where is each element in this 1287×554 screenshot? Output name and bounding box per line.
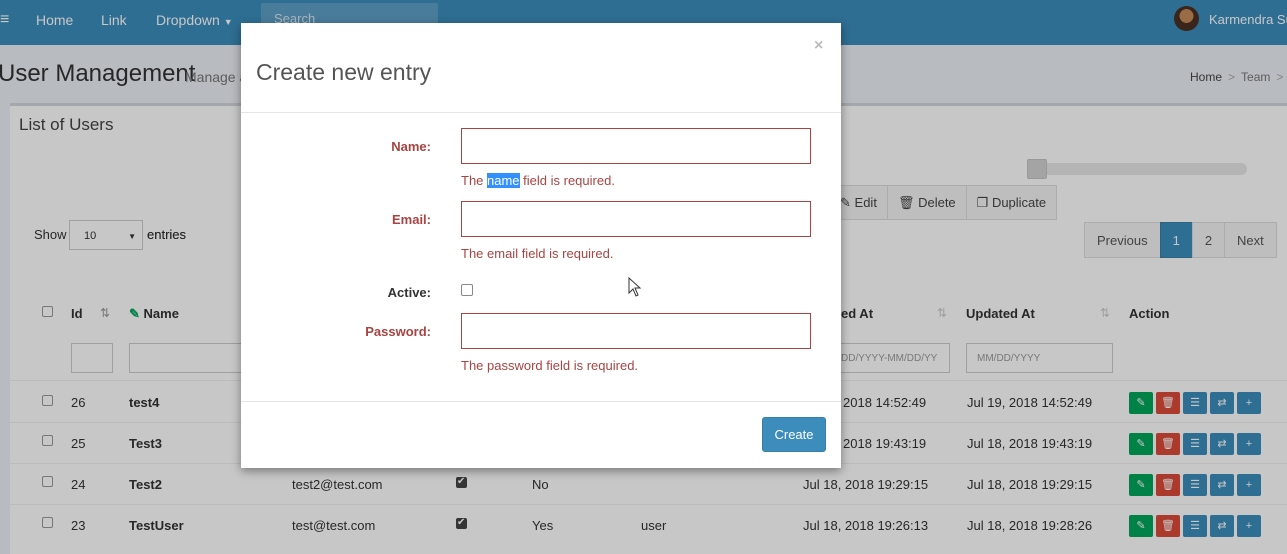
name-error-highlight: name — [487, 173, 520, 188]
email-label: Email: — [391, 212, 431, 227]
name-input[interactable] — [461, 128, 811, 164]
email-error: The email field is required. — [461, 246, 614, 261]
password-label: Password: — [365, 324, 431, 339]
create-entry-modal: × Create new entry Name: The name field … — [241, 23, 841, 468]
active-checkbox[interactable] — [461, 284, 473, 296]
name-error-post: field is required. — [519, 173, 615, 188]
modal-header-divider — [241, 112, 841, 113]
name-label: Name: — [391, 139, 431, 154]
close-icon[interactable]: × — [814, 37, 823, 55]
active-label: Active: — [387, 285, 431, 300]
password-input[interactable] — [461, 313, 811, 349]
name-error-pre: The — [461, 173, 488, 188]
name-error: The name field is required. — [461, 173, 615, 188]
email-input[interactable] — [461, 201, 811, 237]
mouse-cursor-icon — [628, 277, 642, 297]
password-error: The password field is required. — [461, 358, 639, 373]
modal-footer-divider — [241, 401, 841, 402]
create-button[interactable]: Create — [762, 417, 826, 452]
modal-title: Create new entry — [256, 59, 432, 85]
